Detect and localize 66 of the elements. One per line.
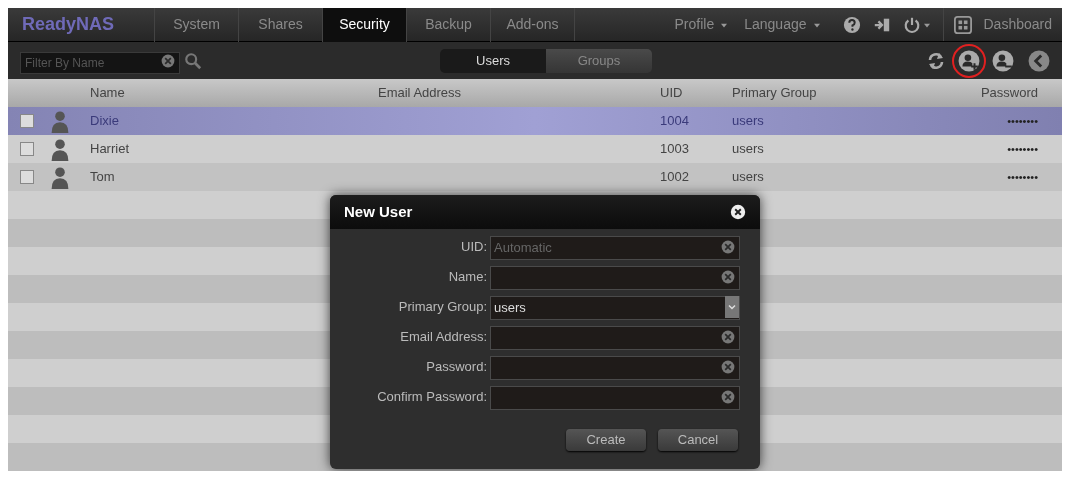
table-cell-text: users bbox=[732, 168, 765, 187]
column-header: Name bbox=[90, 84, 126, 103]
table-row[interactable]: Harriet 1003 users •••••••• bbox=[8, 135, 1062, 163]
table-cell-text: •••••••• bbox=[1006, 113, 1039, 129]
nav-tab[interactable]: Add-ons bbox=[490, 8, 574, 42]
field-label: Email Address: bbox=[399, 328, 487, 347]
search-icon[interactable] bbox=[184, 51, 202, 70]
dialog-title: New User bbox=[344, 201, 413, 222]
refresh-icon[interactable] bbox=[926, 50, 946, 71]
add-user-icon[interactable] bbox=[958, 49, 980, 72]
nav-tab[interactable]: Security bbox=[322, 8, 406, 42]
table-cell-text: Tom bbox=[90, 168, 116, 187]
column-header: Primary Group bbox=[732, 84, 818, 103]
table-cell-text: 1002 bbox=[660, 168, 690, 187]
table-row[interactable]: Dixie 1004 users •••••••• bbox=[8, 107, 1062, 135]
dropdown-button[interactable] bbox=[725, 296, 739, 318]
table-cell-text: Dixie bbox=[90, 112, 120, 131]
column-header: UID bbox=[660, 84, 684, 103]
checkbox[interactable] bbox=[20, 114, 34, 128]
segment-tab[interactable]: Groups bbox=[546, 48, 652, 73]
filter-field[interactable]: Filter By Name bbox=[20, 51, 180, 74]
checkbox[interactable] bbox=[20, 170, 34, 184]
logo: ReadyNAS bbox=[21, 13, 116, 36]
field-label: Name: bbox=[447, 268, 487, 287]
checkbox[interactable] bbox=[20, 142, 34, 156]
field-label: Confirm Password: bbox=[376, 388, 487, 407]
input-field[interactable] bbox=[490, 385, 740, 410]
clear-icon[interactable] bbox=[720, 389, 736, 405]
nav-tab[interactable]: System bbox=[154, 8, 238, 42]
field-label: UID: bbox=[460, 238, 487, 257]
column-header: Password bbox=[979, 84, 1039, 103]
table-cell-text: •••••••• bbox=[1006, 169, 1039, 185]
table-cell-text: •••••••• bbox=[1006, 141, 1039, 157]
field-label: Password: bbox=[425, 358, 487, 377]
menu-button[interactable]: Profile bbox=[674, 14, 731, 35]
nav-tab[interactable]: Backup bbox=[406, 8, 490, 42]
table-row[interactable]: Tom 1002 users •••••••• bbox=[8, 163, 1062, 191]
help-icon[interactable] bbox=[842, 15, 861, 34]
clear-icon[interactable] bbox=[720, 239, 736, 255]
select-field[interactable]: users bbox=[490, 295, 740, 320]
dialog-button[interactable]: Create bbox=[566, 429, 646, 451]
table-cell-text: users bbox=[732, 140, 765, 159]
clear-icon[interactable] bbox=[720, 359, 736, 375]
segment-tab[interactable]: Users bbox=[440, 48, 546, 73]
dialog-button[interactable]: Cancel bbox=[658, 429, 738, 451]
menu-button[interactable]: Language bbox=[744, 14, 823, 35]
close-icon[interactable] bbox=[730, 204, 746, 220]
clear-icon[interactable] bbox=[720, 329, 736, 345]
power-icon[interactable] bbox=[902, 15, 921, 34]
clear-icon[interactable] bbox=[160, 52, 176, 69]
caret-icon[interactable] bbox=[727, 302, 737, 312]
input-field[interactable] bbox=[490, 355, 740, 380]
dashboard-button[interactable]: Dashboard bbox=[942, 8, 1062, 41]
column-header: Email Address bbox=[378, 84, 463, 103]
table-cell-text: 1004 bbox=[660, 112, 690, 131]
input-field[interactable] bbox=[490, 265, 740, 290]
input-field[interactable]: Automatic bbox=[490, 235, 740, 260]
field-label: Primary Group: bbox=[397, 298, 487, 317]
table-cell-text: Harriet bbox=[90, 140, 130, 159]
grid-icon[interactable] bbox=[953, 15, 972, 34]
table-cell-text: 1003 bbox=[660, 140, 690, 159]
back-icon[interactable] bbox=[1028, 49, 1050, 72]
remove-user-icon[interactable] bbox=[992, 49, 1014, 72]
table-cell-text: users bbox=[732, 112, 765, 131]
input-field[interactable] bbox=[490, 325, 740, 350]
clear-icon[interactable] bbox=[720, 269, 736, 285]
